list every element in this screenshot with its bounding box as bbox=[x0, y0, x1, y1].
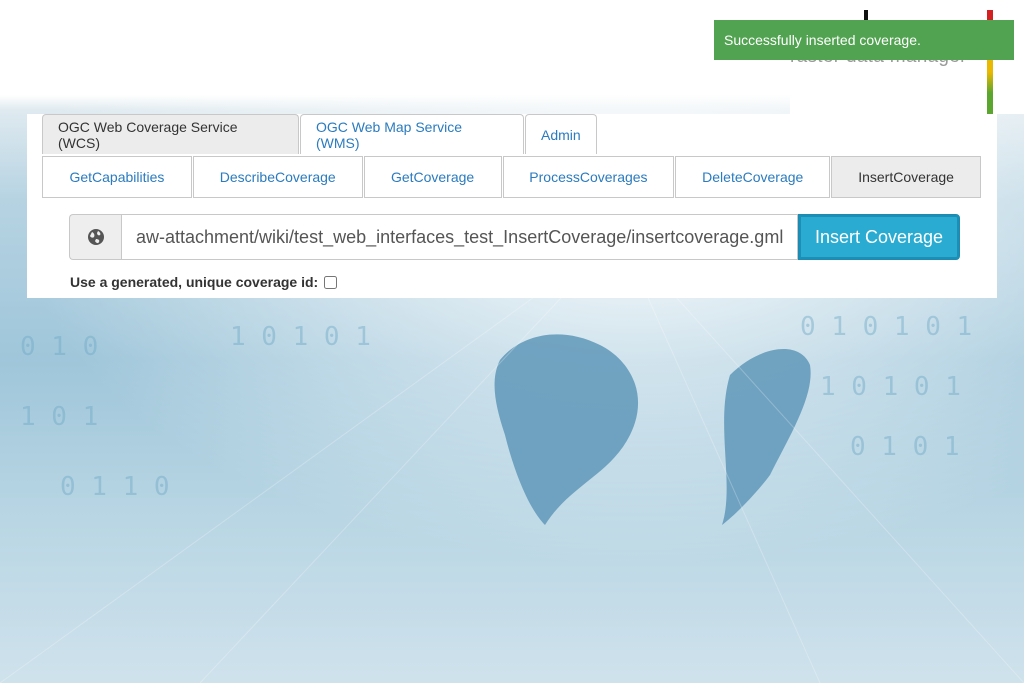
generated-id-option: Use a generated, unique coverage id: bbox=[70, 274, 338, 290]
tab-insertcoverage[interactable]: InsertCoverage bbox=[831, 156, 981, 198]
success-notification: Successfully inserted coverage. bbox=[714, 20, 1014, 60]
tab-wcs[interactable]: OGC Web Coverage Service (WCS) bbox=[42, 114, 299, 154]
insert-coverage-form: Insert Coverage bbox=[69, 214, 960, 260]
svg-text:1 0 1 0 1: 1 0 1 0 1 bbox=[230, 322, 371, 352]
tab-wms[interactable]: OGC Web Map Service (WMS) bbox=[300, 114, 524, 154]
main-tab-bar: OGC Web Coverage Service (WCS) OGC Web M… bbox=[42, 114, 598, 156]
tab-describecoverage[interactable]: DescribeCoverage bbox=[192, 156, 363, 198]
insert-coverage-button[interactable]: Insert Coverage bbox=[798, 214, 960, 260]
coverage-url-input[interactable] bbox=[121, 214, 798, 260]
svg-text:1 0 1: 1 0 1 bbox=[20, 402, 98, 432]
tab-processcoverages[interactable]: ProcessCoverages bbox=[502, 156, 675, 198]
tab-admin[interactable]: Admin bbox=[525, 114, 597, 154]
svg-text:1 0 1 0 1: 1 0 1 0 1 bbox=[820, 372, 961, 402]
generated-id-checkbox[interactable] bbox=[324, 275, 338, 289]
tab-deletecoverage[interactable]: DeleteCoverage bbox=[675, 156, 831, 198]
svg-text:0 1 0 1 0 1: 0 1 0 1 0 1 bbox=[800, 312, 972, 342]
generated-id-label: Use a generated, unique coverage id: bbox=[70, 274, 319, 290]
url-addon bbox=[69, 214, 121, 260]
globe-icon bbox=[87, 229, 104, 245]
sub-tab-bar: GetCapabilities DescribeCoverage GetCove… bbox=[42, 156, 982, 198]
svg-text:0 1 0 1: 0 1 0 1 bbox=[850, 432, 960, 462]
svg-text:0 1 0: 0 1 0 bbox=[20, 332, 98, 362]
tab-getcoverage[interactable]: GetCoverage bbox=[363, 156, 502, 198]
tab-getcapabilities[interactable]: GetCapabilities bbox=[42, 156, 192, 198]
svg-text:0 1 1 0: 0 1 1 0 bbox=[60, 472, 170, 502]
